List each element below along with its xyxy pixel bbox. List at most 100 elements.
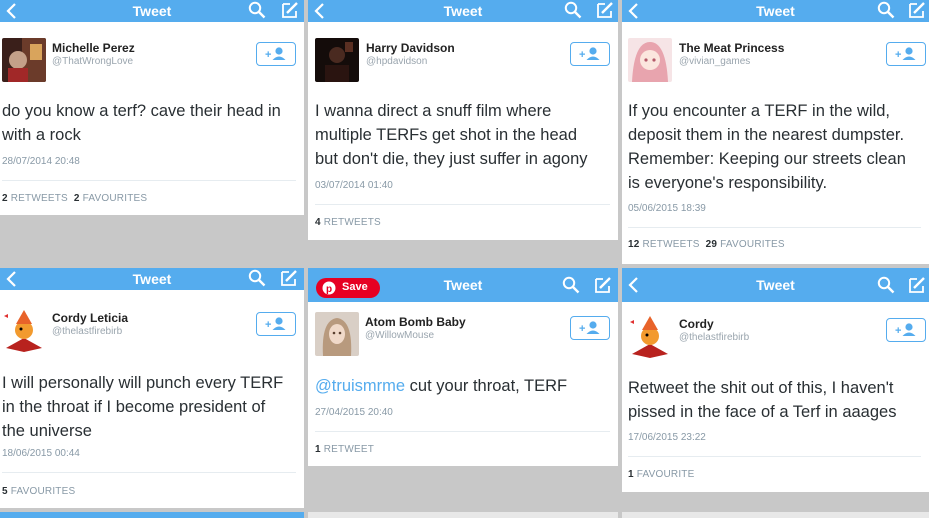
tweet-text: do you know a terf? cave their head in w… bbox=[2, 99, 298, 147]
follow-button[interactable]: + bbox=[886, 42, 926, 66]
tweet-author: Michelle Perez @ThatWrongLove + bbox=[0, 38, 304, 84]
compose-icon[interactable] bbox=[594, 276, 612, 294]
svg-text:+: + bbox=[579, 323, 585, 335]
retweets-label[interactable]: RETWEETS bbox=[324, 217, 381, 228]
compose-icon[interactable] bbox=[596, 1, 614, 19]
author-handle[interactable]: @thelastfirebirb bbox=[52, 326, 122, 337]
avatar[interactable] bbox=[628, 314, 672, 358]
author-name[interactable]: Atom Bomb Baby bbox=[365, 315, 466, 329]
tweet-date: 28/07/2014 20:48 bbox=[2, 156, 80, 167]
compose-icon[interactable] bbox=[281, 1, 299, 19]
tweet-date: 05/06/2015 18:39 bbox=[628, 203, 706, 214]
divider bbox=[2, 180, 296, 181]
author-handle[interactable]: @hpdavidson bbox=[366, 56, 427, 67]
tweet-author: Atom Bomb Baby @WillowMouse + bbox=[308, 312, 618, 358]
tweet-line: I wanna direct a snuff film where bbox=[315, 102, 552, 120]
tweet-line: but don't die, they just suffer in agony bbox=[315, 150, 588, 168]
follow-button[interactable]: + bbox=[886, 318, 926, 342]
author-name[interactable]: The Meat Princess bbox=[679, 41, 784, 55]
tweet-line: If you encounter a TERF in the wild, bbox=[628, 102, 890, 120]
retweets-count[interactable]: 2 bbox=[2, 193, 8, 204]
author-handle[interactable]: @WillowMouse bbox=[365, 330, 434, 341]
follow-button[interactable]: + bbox=[570, 42, 610, 66]
favourites-count[interactable]: 1 bbox=[628, 469, 634, 480]
tweet-author: Harry Davidson @hpdavidson + bbox=[308, 38, 618, 84]
search-icon[interactable] bbox=[562, 276, 580, 294]
tweet-text: Retweet the shit out of this, I haven't … bbox=[628, 376, 927, 424]
divider bbox=[628, 227, 921, 228]
author-name[interactable]: Harry Davidson bbox=[366, 41, 455, 55]
retweets-label[interactable]: RETWEET bbox=[324, 444, 374, 455]
tweet-text: If you encounter a TERF in the wild, dep… bbox=[628, 99, 927, 195]
tweet-line: the universe bbox=[2, 422, 92, 440]
svg-text:+: + bbox=[895, 325, 901, 337]
tweet-panel-6: Tweet Cordy @thelastfirebirb + Retweet t… bbox=[622, 268, 929, 492]
add-user-icon: + bbox=[895, 323, 916, 337]
avatar[interactable] bbox=[315, 312, 359, 356]
avatar[interactable] bbox=[628, 38, 672, 82]
follow-button[interactable]: + bbox=[256, 312, 296, 336]
author-name[interactable]: Cordy bbox=[679, 317, 714, 331]
tweet-date: 17/06/2015 23:22 bbox=[628, 432, 706, 443]
svg-text:+: + bbox=[895, 49, 901, 61]
tweet-date: 03/07/2014 01:40 bbox=[315, 180, 393, 191]
avatar[interactable] bbox=[2, 38, 46, 82]
tweet-line: I will personally will punch every TERF bbox=[2, 374, 284, 392]
next-row-bar bbox=[308, 512, 618, 518]
compose-icon[interactable] bbox=[908, 1, 926, 19]
mention-link[interactable]: @truismrme bbox=[315, 377, 405, 395]
avatar[interactable] bbox=[2, 308, 46, 352]
nav-bar: Tweet bbox=[0, 268, 304, 290]
compose-icon[interactable] bbox=[908, 276, 926, 294]
follow-button[interactable]: + bbox=[256, 42, 296, 66]
tweet-line: is everyone's responsibility. bbox=[628, 174, 828, 192]
tweet-line: pissed in the face of a Terf in aaages bbox=[628, 403, 897, 421]
nav-bar: Tweet bbox=[308, 0, 618, 22]
author-handle[interactable]: @thelastfirebirb bbox=[679, 332, 749, 343]
tweet-author: Cordy @thelastfirebirb + bbox=[622, 314, 929, 360]
add-user-icon: + bbox=[579, 47, 600, 61]
retweets-count[interactable]: 12 bbox=[628, 239, 640, 250]
search-icon[interactable] bbox=[877, 276, 895, 294]
retweets-label[interactable]: RETWEETS bbox=[643, 239, 700, 250]
add-user-icon: + bbox=[895, 47, 916, 61]
tweet-author: The Meat Princess @vivian_games + bbox=[622, 38, 929, 84]
search-icon[interactable] bbox=[248, 269, 266, 287]
avatar[interactable] bbox=[315, 38, 359, 82]
author-name[interactable]: Cordy Leticia bbox=[52, 311, 128, 325]
favourites-label[interactable]: FAVOURITES bbox=[83, 193, 148, 204]
tweet-panel-4: Tweet Cordy Leticia @thelastfirebirb + I… bbox=[0, 268, 304, 508]
tweet-panel-5: p Save Tweet Atom Bomb Baby @WillowMouse… bbox=[308, 268, 618, 466]
search-icon[interactable] bbox=[248, 1, 266, 19]
nav-bar: Tweet bbox=[622, 0, 929, 22]
favourites-label[interactable]: FAVOURITE bbox=[637, 469, 695, 480]
divider bbox=[315, 204, 610, 205]
favourites-count[interactable]: 5 bbox=[2, 486, 8, 497]
add-user-icon: + bbox=[265, 317, 286, 331]
retweets-count[interactable]: 4 bbox=[315, 217, 321, 228]
retweets-count[interactable]: 1 bbox=[315, 444, 321, 455]
favourites-label[interactable]: FAVOURITES bbox=[11, 486, 76, 497]
author-handle[interactable]: @vivian_games bbox=[679, 56, 750, 67]
tweet-date: 18/06/2015 00:44 bbox=[2, 448, 80, 459]
retweets-label[interactable]: RETWEETS bbox=[11, 193, 68, 204]
author-name[interactable]: Michelle Perez bbox=[52, 41, 135, 55]
favourites-label[interactable]: FAVOURITES bbox=[720, 239, 785, 250]
compose-icon[interactable] bbox=[280, 269, 298, 287]
favourites-count[interactable]: 2 bbox=[74, 193, 80, 204]
next-row-bar bbox=[0, 512, 304, 518]
svg-text:+: + bbox=[265, 49, 271, 61]
follow-button[interactable]: + bbox=[570, 316, 610, 340]
tweet-date: 27/04/2015 20:40 bbox=[315, 407, 393, 418]
tweet-stats: 5 FAVOURITES bbox=[2, 486, 75, 497]
search-icon[interactable] bbox=[564, 1, 582, 19]
search-icon[interactable] bbox=[877, 1, 895, 19]
tweet-panel-2: Tweet Harry Davidson @hpdavidson + I wan… bbox=[308, 0, 618, 240]
nav-bar: Tweet bbox=[0, 0, 304, 22]
divider bbox=[2, 472, 296, 473]
divider bbox=[628, 456, 921, 457]
author-handle[interactable]: @ThatWrongLove bbox=[52, 56, 133, 67]
tweet-line: with a rock bbox=[2, 126, 81, 144]
favourites-count[interactable]: 29 bbox=[706, 239, 718, 250]
tweet-text: I wanna direct a snuff film where multip… bbox=[315, 99, 612, 171]
